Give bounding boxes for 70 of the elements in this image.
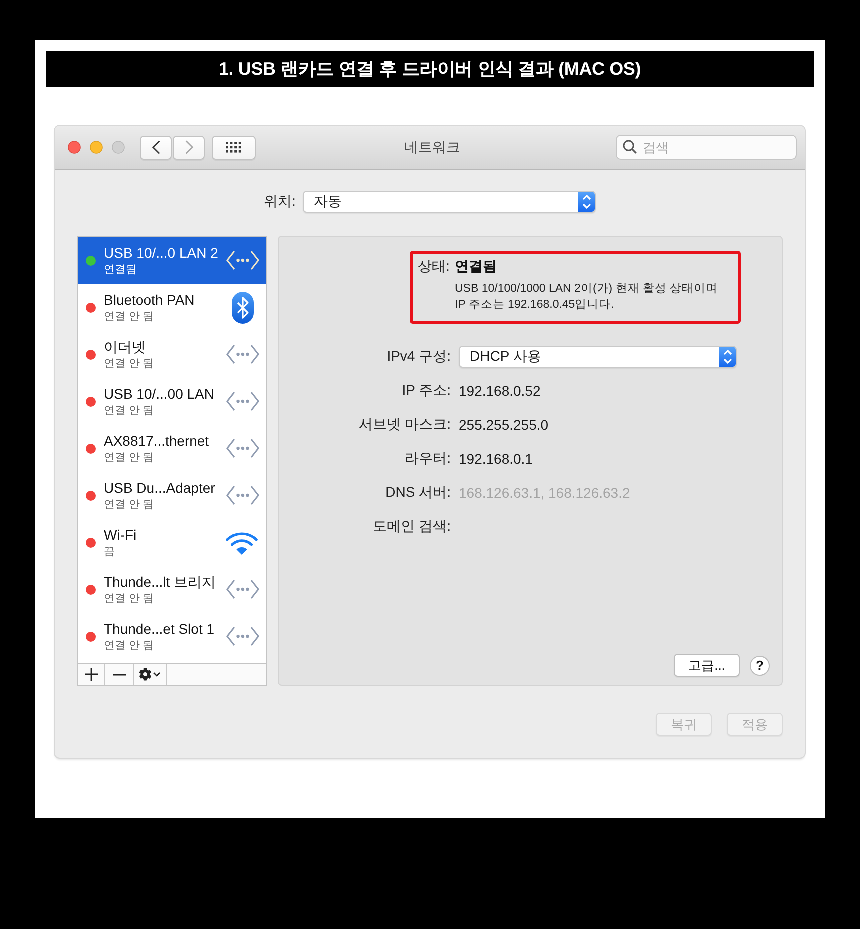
- ethernet-icon: [226, 250, 260, 271]
- bluetooth-icon: [232, 292, 254, 324]
- service-item[interactable]: Wi-Fi 끔: [78, 519, 266, 566]
- service-name: Bluetooth PAN: [104, 292, 196, 308]
- service-name: 이더넷: [104, 338, 147, 356]
- location-popup[interactable]: 자동: [302, 191, 596, 213]
- service-item[interactable]: 이더넷 연결 안 됨: [78, 331, 266, 378]
- field-label: 도메인 검색:: [373, 518, 451, 536]
- ethernet-icon: [226, 344, 260, 365]
- grid-icon: [226, 142, 242, 153]
- service-name: AX8817...thernet: [104, 432, 210, 450]
- service-name: USB 10/...00 LAN: [104, 386, 216, 402]
- service-item[interactable]: AX8817...thernet 연결 안 됨: [78, 425, 266, 472]
- service-name: Thunde...et Slot 1: [104, 620, 216, 638]
- stepper-icon: [719, 347, 736, 367]
- service-status: 연결 안 됨: [104, 310, 156, 324]
- service-item[interactable]: Thunde...lt 브리지 연결 안 됨: [78, 566, 266, 613]
- field-label: DNS 서버:: [386, 484, 451, 502]
- service-status: 연결 안 됨: [104, 592, 156, 606]
- service-status: 연결 안 됨: [104, 404, 156, 418]
- close-button[interactable]: [68, 141, 81, 154]
- ethernet-icon: [226, 438, 260, 459]
- field-value: 192.168.0.1: [459, 451, 533, 467]
- ethernet-icon: [226, 579, 260, 600]
- search-icon: [623, 140, 637, 154]
- service-item[interactable]: Bluetooth PAN 연결 안 됨: [78, 284, 266, 331]
- service-status: 연결 안 됨: [104, 356, 156, 370]
- field-value: 192.168.0.52: [459, 383, 541, 399]
- service-item[interactable]: USB 10/...00 LAN 연결 안 됨: [78, 378, 266, 425]
- field-label: 서브넷 마스크:: [359, 416, 451, 434]
- show-all-button[interactable]: [212, 136, 256, 160]
- banner-title: 1. USB 랜카드 연결 후 드라이버 인식 결과 (MAC OS): [218, 58, 641, 81]
- service-status: 끔: [104, 544, 116, 558]
- service-item[interactable]: USB 10/...0 LAN 2 연결됨: [78, 237, 266, 284]
- field-label: IP 주소:: [402, 382, 451, 400]
- help-button[interactable]: ?: [750, 656, 770, 676]
- chevron-right-icon: [184, 140, 194, 155]
- service-status: 연결 안 됨: [104, 638, 156, 652]
- field-value: 255.255.255.0: [459, 417, 549, 433]
- wifi-icon: [224, 530, 260, 556]
- field-value: 168.126.63.1, 168.126.63.2: [459, 485, 630, 501]
- advanced-button[interactable]: 고급...: [674, 654, 740, 677]
- ethernet-icon: [226, 485, 260, 506]
- service-status: 연결 안 됨: [104, 498, 156, 512]
- status-description: USB 10/100/1000 LAN 2이(가) 현재 활성 상태이며 IP 주소는 192.168.0.45입니다.: [455, 282, 720, 313]
- gear-icon: [139, 668, 152, 681]
- service-status: 연결 안 됨: [104, 450, 156, 464]
- stepper-icon: [578, 192, 595, 212]
- field-label: 라우터:: [405, 450, 451, 468]
- search-field[interactable]: 검색: [616, 135, 797, 160]
- field-label: IPv4 구성:: [387, 348, 451, 366]
- status-value: 연결됨: [455, 257, 498, 275]
- chevron-down-icon: [153, 672, 161, 677]
- ethernet-icon: [226, 626, 260, 647]
- ethernet-icon: [226, 391, 260, 412]
- service-name: USB 10/...0 LAN 2: [104, 244, 218, 262]
- back-button[interactable]: [140, 136, 172, 160]
- service-name: Thunde...lt 브리지: [104, 574, 218, 590]
- ipv4-popup[interactable]: DHCP 사용: [459, 346, 737, 368]
- service-name: USB Du...Adapter: [104, 480, 216, 496]
- service-item[interactable]: USB Du...Adapter 연결 안 됨: [78, 472, 266, 519]
- service-status: 연결됨: [104, 262, 138, 276]
- window-title: 네트워크: [404, 138, 460, 156]
- location-label: 위치:: [264, 193, 296, 211]
- minus-icon: [112, 674, 126, 676]
- service-item[interactable]: Thunde...et Slot 1 연결 안 됨: [78, 613, 266, 660]
- chevron-left-icon: [152, 140, 160, 155]
- plus-icon: [84, 668, 98, 681]
- service-name: Wi-Fi: [104, 526, 138, 544]
- status-label: 상태:: [418, 257, 451, 275]
